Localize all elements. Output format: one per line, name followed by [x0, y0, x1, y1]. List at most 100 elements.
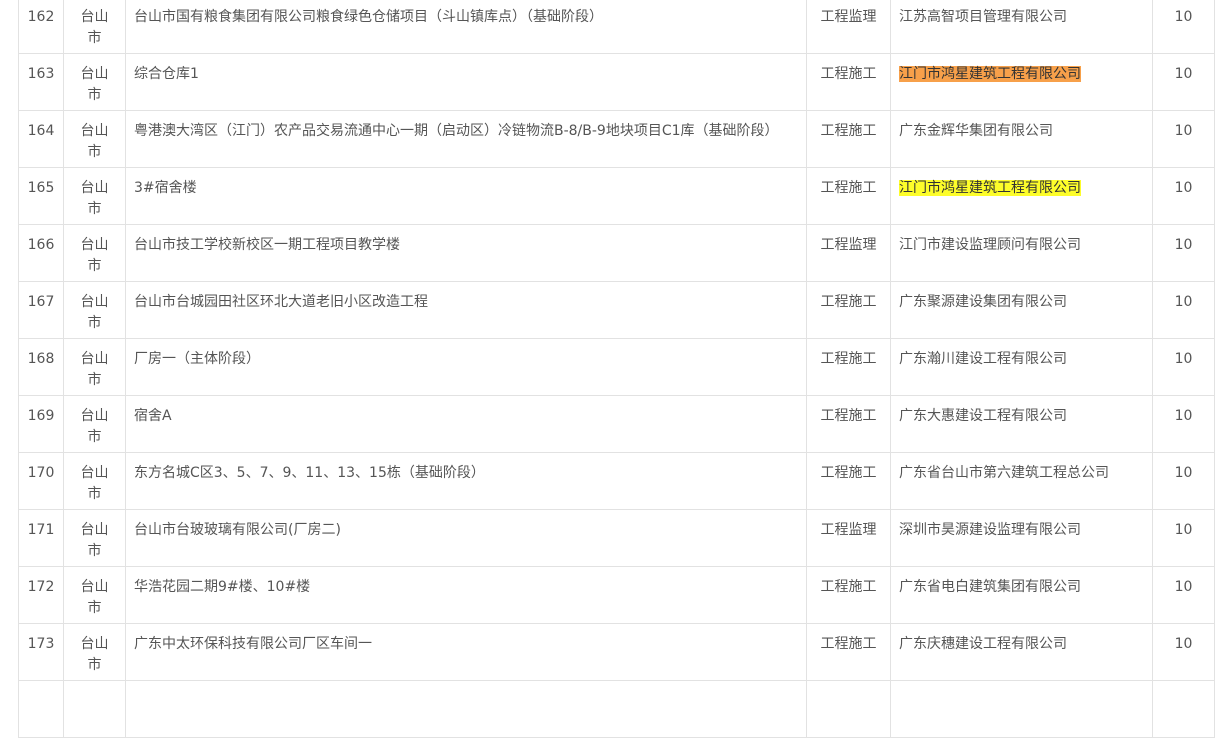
cell-index: 173 [18, 623, 64, 681]
cell-project-name: 3#宿舍楼 [125, 167, 807, 225]
cell-index: 166 [18, 224, 64, 282]
cell-index: 172 [18, 566, 64, 624]
cell-city-text: 台山市 [80, 522, 109, 559]
cell-score: 10 [1152, 0, 1215, 54]
cell-work-type-text: 工程施工 [820, 465, 877, 481]
cell-city-text: 台山市 [80, 180, 109, 217]
cell-project-name: 台山市技工学校新校区一期工程项目教学楼 [125, 224, 807, 282]
cell-score: 10 [1152, 395, 1215, 453]
cell-project-name: 粤港澳大湾区（江门）农产品交易流通中心一期（启动区）冷链物流B-8/B-9地块项… [125, 110, 807, 168]
cell-city-text: 台山市 [80, 579, 109, 616]
results-table-container: 162 台山市 台山市国有粮食集团有限公司粮食绿色仓储项目（斗山镇库点）（基础阶段）… [0, 0, 1227, 738]
highlighted-company-text: 江门市鸿星建筑工程有限公司 [899, 66, 1081, 82]
cell-work-type-text: 工程施工 [820, 351, 877, 367]
cell-company: 江苏高智项目管理有限公司 [890, 0, 1153, 54]
cell-index-text: 170 [27, 465, 55, 481]
cell-work-type: 工程施工 [806, 395, 891, 453]
table-row: 170 台山市 东方名城C区3、5、7、9、11、13、15栋（基础阶段） 工程施工 广… [18, 452, 1215, 510]
cell-work-type-text: 工程施工 [820, 180, 877, 196]
cell-city: 台山市 [63, 338, 126, 396]
cell-project-name-text: 广东中太环保科技有限公司厂区车间一 [134, 636, 372, 652]
cell-work-type: 工程施工 [806, 623, 891, 681]
cell-city-text: 台山市 [80, 9, 109, 46]
cell-score-text: 10 [1174, 522, 1193, 538]
cell-city: 台山市 [63, 0, 126, 54]
cell-project-name: 台山市国有粮食集团有限公司粮食绿色仓储项目（斗山镇库点）（基础阶段） [125, 0, 807, 54]
cell-project-name: 宿舍A [125, 395, 807, 453]
cell-city: 台山市 [63, 395, 126, 453]
cell-work-type: 工程监理 [806, 0, 891, 54]
cell-index: 164 [18, 110, 64, 168]
table-row: 173 台山市 广东中太环保科技有限公司厂区车间一 工程施工 广东庆穗建设工程有限公司 1… [18, 623, 1215, 681]
cell-city: 台山市 [63, 452, 126, 510]
table-row: 168 台山市 厂房一（主体阶段） 工程施工 广东瀚川建设工程有限公司 10 [18, 338, 1215, 396]
cell-work-type-text: 工程监理 [820, 522, 877, 538]
cell-project-name: 广东中太环保科技有限公司厂区车间一 [125, 623, 807, 681]
results-table-body: 162 台山市 台山市国有粮食集团有限公司粮食绿色仓储项目（斗山镇库点）（基础阶段）… [18, 0, 1215, 738]
cell-index: 171 [18, 509, 64, 567]
cell-work-type: 工程监理 [806, 509, 891, 567]
cell-index-text: 163 [27, 66, 55, 82]
cell-score: 10 [1152, 623, 1215, 681]
cell-work-type: 工程监理 [806, 224, 891, 282]
cell-index: 170 [18, 452, 64, 510]
cell-project-name: 综合仓库1 [125, 53, 807, 111]
cell-company-text: 广东金辉华集团有限公司 [899, 123, 1053, 139]
cell-index-text: 165 [27, 180, 55, 196]
highlighted-company-text: 江门市鸿星建筑工程有限公司 [899, 180, 1081, 196]
cell-score-text: 10 [1174, 351, 1193, 367]
cell-work-type: 工程施工 [806, 167, 891, 225]
cell-score: 10 [1152, 281, 1215, 339]
cell-index-text: 166 [27, 237, 55, 253]
table-row: 166 台山市 台山市技工学校新校区一期工程项目教学楼 工程监理 江门市建设监理顾问有限… [18, 224, 1215, 282]
table-row: 163 台山市 综合仓库1 工程施工 江门市鸿星建筑工程有限公司 10 [18, 53, 1215, 111]
cell-company: 江门市鸿星建筑工程有限公司 [890, 53, 1153, 111]
table-row: 167 台山市 台山市台城园田社区环北大道老旧小区改造工程 工程施工 广东聚源建设集团有… [18, 281, 1215, 339]
cell-city-text: 台山市 [80, 237, 109, 274]
cell-company-text: 广东聚源建设集团有限公司 [899, 294, 1067, 310]
cell-company: 江门市鸿星建筑工程有限公司 [890, 167, 1153, 225]
cell-company: 广东省台山市第六建筑工程总公司 [890, 452, 1153, 510]
cell-score: 10 [1152, 224, 1215, 282]
cell-work-type: 工程施工 [806, 452, 891, 510]
cell-city: 台山市 [63, 167, 126, 225]
cell-company: 江门市建设监理顾问有限公司 [890, 224, 1153, 282]
cell-project-name-text: 华浩花园二期9#楼、10#楼 [134, 579, 311, 595]
cell-project-name-text: 宿舍A [134, 408, 172, 424]
cell-work-type-text: 工程施工 [820, 294, 877, 310]
cell-company-text: 广东大惠建设工程有限公司 [899, 408, 1067, 424]
cell-index-text: 173 [27, 636, 55, 652]
cell-index-text: 162 [27, 9, 55, 25]
cell-work-type-text: 工程施工 [820, 579, 877, 595]
cell-company: 广东金辉华集团有限公司 [890, 110, 1153, 168]
cell-project-name: 台山市台玻玻璃有限公司(厂房二) [125, 509, 807, 567]
cell-score-text: 10 [1174, 408, 1193, 424]
cell-city-text: 台山市 [80, 351, 109, 388]
cell-score [1152, 680, 1215, 738]
cell-work-type-text: 工程施工 [820, 123, 877, 139]
cell-score-text: 10 [1174, 636, 1193, 652]
table-row: 162 台山市 台山市国有粮食集团有限公司粮食绿色仓储项目（斗山镇库点）（基础阶段）… [18, 0, 1215, 54]
cell-company [890, 680, 1153, 738]
cell-city: 台山市 [63, 281, 126, 339]
cell-index: 169 [18, 395, 64, 453]
cell-company: 广东聚源建设集团有限公司 [890, 281, 1153, 339]
cell-project-name-text: 综合仓库1 [134, 66, 199, 82]
cell-company-text: 广东瀚川建设工程有限公司 [899, 351, 1067, 367]
cell-project-name-text: 厂房一（主体阶段） [134, 351, 260, 367]
cell-work-type-text: 工程监理 [820, 237, 877, 253]
cell-score: 10 [1152, 452, 1215, 510]
cell-city: 台山市 [63, 224, 126, 282]
cell-city-text: 台山市 [80, 66, 109, 103]
cell-score-text: 10 [1174, 123, 1193, 139]
cell-city [63, 680, 126, 738]
table-row: 164 台山市 粤港澳大湾区（江门）农产品交易流通中心一期（启动区）冷链物流B-8/… [18, 110, 1215, 168]
cell-company: 广东省电白建筑集团有限公司 [890, 566, 1153, 624]
cell-index [18, 680, 64, 738]
cell-company-text: 广东庆穗建设工程有限公司 [899, 636, 1067, 652]
cell-project-name: 华浩花园二期9#楼、10#楼 [125, 566, 807, 624]
cell-project-name-text: 台山市技工学校新校区一期工程项目教学楼 [134, 237, 400, 253]
cell-company: 广东庆穗建设工程有限公司 [890, 623, 1153, 681]
cell-project-name-text: 台山市国有粮食集团有限公司粮食绿色仓储项目（斗山镇库点）（基础阶段） [134, 9, 603, 25]
cell-index: 168 [18, 338, 64, 396]
